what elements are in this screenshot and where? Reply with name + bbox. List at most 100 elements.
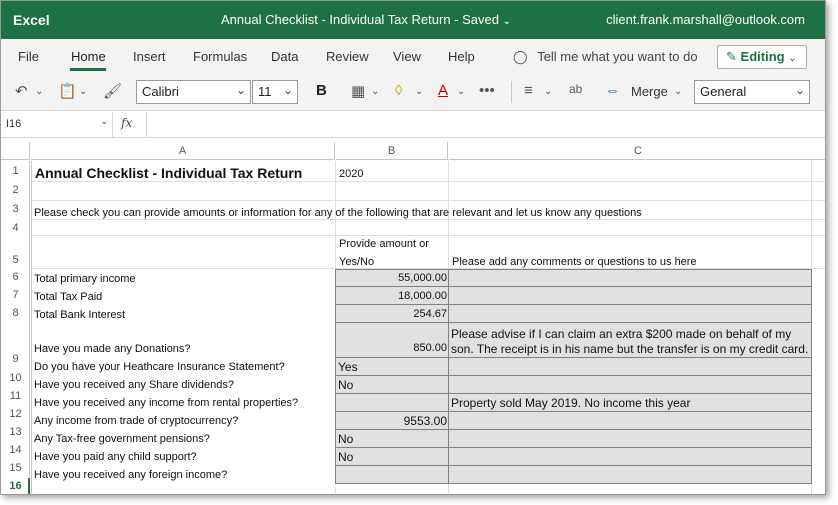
item-value[interactable]: 850.00 [337, 342, 447, 354]
row-header[interactable]: 4 [1, 222, 30, 234]
item-value[interactable]: 9553.00 [337, 414, 447, 428]
wrap-text-icon[interactable]: ab [569, 82, 582, 96]
item-comment[interactable]: Please advise if I can claim an extra $2… [451, 327, 791, 341]
chevron-down-icon[interactable]: ⌄ [415, 86, 423, 97]
item-label[interactable]: Have you received any Share dividends? [34, 379, 234, 391]
input-cell[interactable] [448, 465, 812, 484]
item-comment[interactable]: Property sold May 2019. No income this y… [451, 396, 690, 410]
row-header[interactable]: 7 [1, 289, 30, 301]
tab-data[interactable]: Data [271, 49, 298, 64]
tab-help[interactable]: Help [448, 49, 475, 64]
editing-mode-button[interactable]: ✎ Editing ⌄ [717, 45, 807, 69]
borders-icon[interactable]: ▦ [351, 82, 365, 100]
row-header[interactable]: 2 [1, 184, 30, 196]
fill-color-icon[interactable]: ◊ [395, 82, 402, 99]
item-value[interactable]: 18,000.00 [337, 290, 447, 302]
merge-button[interactable]: Merge [631, 84, 668, 99]
column-b-header-line1[interactable]: Provide amount or [339, 238, 429, 250]
chevron-down-icon[interactable]: ⌄ [457, 86, 465, 97]
select-all-corner[interactable] [1, 142, 30, 160]
column-header-a[interactable]: A [31, 142, 335, 160]
tab-review[interactable]: Review [326, 49, 369, 64]
name-box[interactable]: I16 ⌄ [1, 112, 113, 137]
item-label[interactable]: Any income from trade of cryptocurrency? [34, 415, 238, 427]
item-label[interactable]: Any Tax-free government pensions? [34, 433, 210, 445]
column-header-c[interactable]: C [449, 142, 825, 160]
input-cell[interactable] [448, 357, 812, 376]
more-options-button[interactable]: ••• [479, 82, 495, 99]
item-label[interactable]: Have you received any income from rental… [34, 397, 298, 409]
gridline [31, 235, 825, 236]
input-cell[interactable] [448, 447, 812, 466]
row-header[interactable]: 14 [1, 444, 30, 456]
item-label[interactable]: Have you paid any child support? [34, 451, 197, 463]
font-color-icon[interactable]: A [438, 82, 448, 99]
item-value[interactable]: 55,000.00 [337, 272, 447, 284]
item-value[interactable]: No [338, 378, 353, 392]
row-header[interactable]: 9 [1, 353, 30, 365]
item-value[interactable]: No [338, 432, 353, 446]
row-header[interactable]: 8 [1, 307, 30, 319]
item-value[interactable]: Yes [338, 360, 358, 374]
tab-file[interactable]: File [18, 49, 39, 64]
editing-label: Editing [740, 49, 785, 64]
item-label[interactable]: Total Bank Interest [34, 309, 125, 321]
item-label[interactable]: Have you made any Donations? [34, 343, 191, 355]
tab-insert[interactable]: Insert [133, 49, 166, 64]
row-header[interactable]: 5 [1, 254, 30, 266]
format-painter-icon[interactable]: 🖌 [103, 82, 122, 100]
column-c-header[interactable]: Please add any comments or questions to … [452, 256, 697, 268]
merge-icon[interactable]: ⇔ [605, 82, 620, 99]
tell-me-search[interactable]: ◯ Tell me what you want to do [513, 49, 698, 65]
year-cell[interactable]: 2020 [339, 168, 363, 180]
account-email[interactable]: client.frank.marshall@outlook.com [606, 12, 805, 27]
item-comment[interactable]: son. The receipt is in his name but the … [451, 342, 808, 356]
row-header[interactable]: 6 [1, 271, 30, 283]
row-header[interactable]: 11 [1, 390, 30, 402]
chevron-down-icon[interactable]: ⌄ [35, 86, 43, 97]
item-label[interactable]: Have you received any foreign income? [34, 469, 227, 481]
input-cell[interactable] [335, 465, 449, 484]
input-cell[interactable] [448, 269, 812, 287]
function-icon[interactable]: fx [121, 116, 132, 130]
chevron-down-icon[interactable]: ⌄ [674, 86, 682, 97]
row-header[interactable]: 12 [1, 408, 30, 420]
item-label[interactable]: Total primary income [34, 273, 135, 285]
item-value[interactable]: No [338, 450, 353, 464]
column-header-b[interactable]: B [336, 142, 448, 160]
sheet-title[interactable]: Annual Checklist - Individual Tax Return [35, 165, 302, 181]
input-cell[interactable] [448, 375, 812, 394]
font-name-select[interactable]: Calibri ⌄ [136, 80, 251, 104]
row-header[interactable]: 3 [1, 203, 30, 215]
row-header[interactable]: 13 [1, 426, 30, 438]
chevron-down-icon[interactable]: ⌄ [371, 86, 379, 97]
tab-formulas[interactable]: Formulas [193, 49, 247, 64]
input-cell[interactable] [448, 429, 812, 448]
column-b-header-line2[interactable]: Yes/No [339, 256, 374, 268]
item-value[interactable]: 254.67 [337, 308, 447, 320]
number-format-value: General [700, 84, 747, 99]
number-format-select[interactable]: General ⌄ [694, 80, 810, 104]
input-cell[interactable] [335, 393, 449, 412]
paste-icon[interactable]: 📋 [58, 82, 77, 100]
align-icon[interactable]: ≡ [524, 82, 533, 99]
row-header-active[interactable]: 16 [1, 480, 30, 492]
item-label[interactable]: Total Tax Paid [34, 291, 102, 303]
chevron-down-icon[interactable]: ⌄ [79, 86, 87, 97]
input-cell[interactable] [448, 411, 812, 430]
font-size-select[interactable]: 11 ⌄ [252, 80, 298, 104]
undo-icon[interactable]: ↶ [15, 82, 28, 100]
item-label[interactable]: Do you have your Heathcare Insurance Sta… [34, 361, 285, 373]
row-header[interactable]: 10 [1, 372, 30, 384]
document-title[interactable]: Annual Checklist - Individual Tax Return… [221, 12, 511, 27]
row-header[interactable]: 1 [1, 165, 30, 177]
input-cell[interactable] [448, 286, 812, 305]
tab-home[interactable]: Home [71, 49, 106, 64]
row-header[interactable]: 15 [1, 462, 30, 474]
bold-button[interactable]: B [316, 82, 327, 99]
formula-input[interactable] [146, 112, 825, 137]
chevron-down-icon[interactable]: ⌄ [544, 86, 552, 97]
input-cell[interactable] [448, 304, 812, 323]
instructions-cell[interactable]: Please check you can provide amounts or … [34, 207, 642, 219]
tab-view[interactable]: View [393, 49, 421, 64]
